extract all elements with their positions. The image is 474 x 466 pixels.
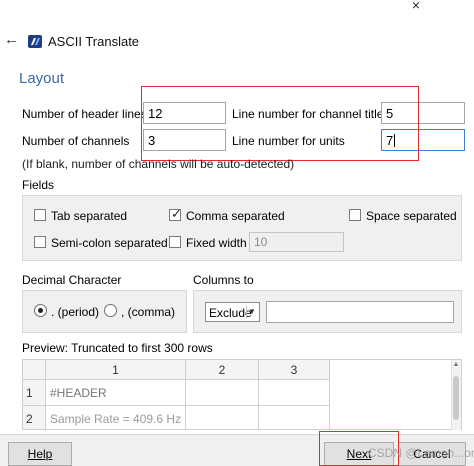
- dropdown-arrow-icon: ▼: [246, 306, 257, 318]
- column-header[interactable]: 3: [259, 360, 330, 380]
- back-arrow-icon[interactable]: ←: [4, 32, 20, 49]
- scroll-thumb[interactable]: [453, 376, 459, 420]
- semicolon-separated-checkbox[interactable]: [34, 236, 46, 248]
- grid-cell: #HEADER: [46, 380, 186, 406]
- space-separated-label: Space separated: [366, 209, 457, 223]
- comma-radio[interactable]: [104, 304, 117, 317]
- comma-label: , (comma): [121, 305, 175, 319]
- checkmark-icon: ✓: [171, 206, 182, 221]
- row-header: 2: [23, 406, 46, 429]
- semicolon-separated-label: Semi-colon separated: [51, 236, 168, 250]
- app-title: ASCII Translate: [48, 34, 140, 49]
- title-bar: [0, 0, 474, 64]
- period-radio[interactable]: [34, 304, 47, 317]
- column-header[interactable]: 1: [46, 360, 186, 380]
- fixed-width-input[interactable]: 10: [249, 232, 344, 252]
- auto-detect-hint: (If blank, number of channels will be au…: [22, 157, 295, 171]
- app-logo-icon: [28, 35, 42, 48]
- space-separated-checkbox[interactable]: [349, 209, 361, 221]
- watermark: CSDN @Lemon...on: [368, 446, 474, 460]
- decimal-title: Decimal Character: [22, 273, 122, 287]
- layout-section-title: Layout: [19, 70, 65, 87]
- fields-group: [22, 195, 462, 261]
- columns-to-title: Columns to: [193, 273, 254, 287]
- grid-cell: [186, 380, 259, 406]
- close-icon[interactable]: ×: [408, 0, 424, 14]
- fixed-width-checkbox[interactable]: [169, 236, 181, 248]
- tab-separated-checkbox[interactable]: [34, 209, 46, 221]
- grid-cell: [186, 406, 259, 429]
- fields-title: Fields: [22, 178, 55, 192]
- tab-separated-label: Tab separated: [51, 209, 128, 223]
- preview-title: Preview: Truncated to first 300 rows: [22, 341, 213, 355]
- header-lines-label: Number of header lines: [22, 107, 147, 121]
- row-header: 1: [23, 380, 46, 406]
- highlight-box: [141, 86, 419, 161]
- channels-label: Number of channels: [22, 134, 130, 148]
- radio-selected-dot: [38, 308, 43, 313]
- grid-corner: [23, 360, 46, 380]
- comma-separated-label: Comma separated: [186, 209, 285, 223]
- help-button-label: Help: [27, 447, 53, 461]
- grid-cell: [259, 406, 330, 429]
- scroll-up-icon[interactable]: ▲: [451, 361, 461, 371]
- column-header[interactable]: 2: [186, 360, 259, 380]
- columns-mode-select[interactable]: Exclude ▼: [205, 302, 260, 322]
- help-button[interactable]: Help: [8, 442, 72, 466]
- fixed-width-label: Fixed width: [186, 236, 247, 250]
- period-label: . (period): [51, 305, 100, 319]
- preview-grid: 1 2 3 1 #HEADER 2 Sample Rate = 409.6 Hz: [22, 359, 462, 430]
- grid-cell: [259, 380, 330, 406]
- comma-separated-checkbox[interactable]: ✓: [169, 206, 182, 221]
- grid-cell: Sample Rate = 409.6 Hz: [46, 406, 186, 429]
- columns-input[interactable]: [266, 301, 454, 323]
